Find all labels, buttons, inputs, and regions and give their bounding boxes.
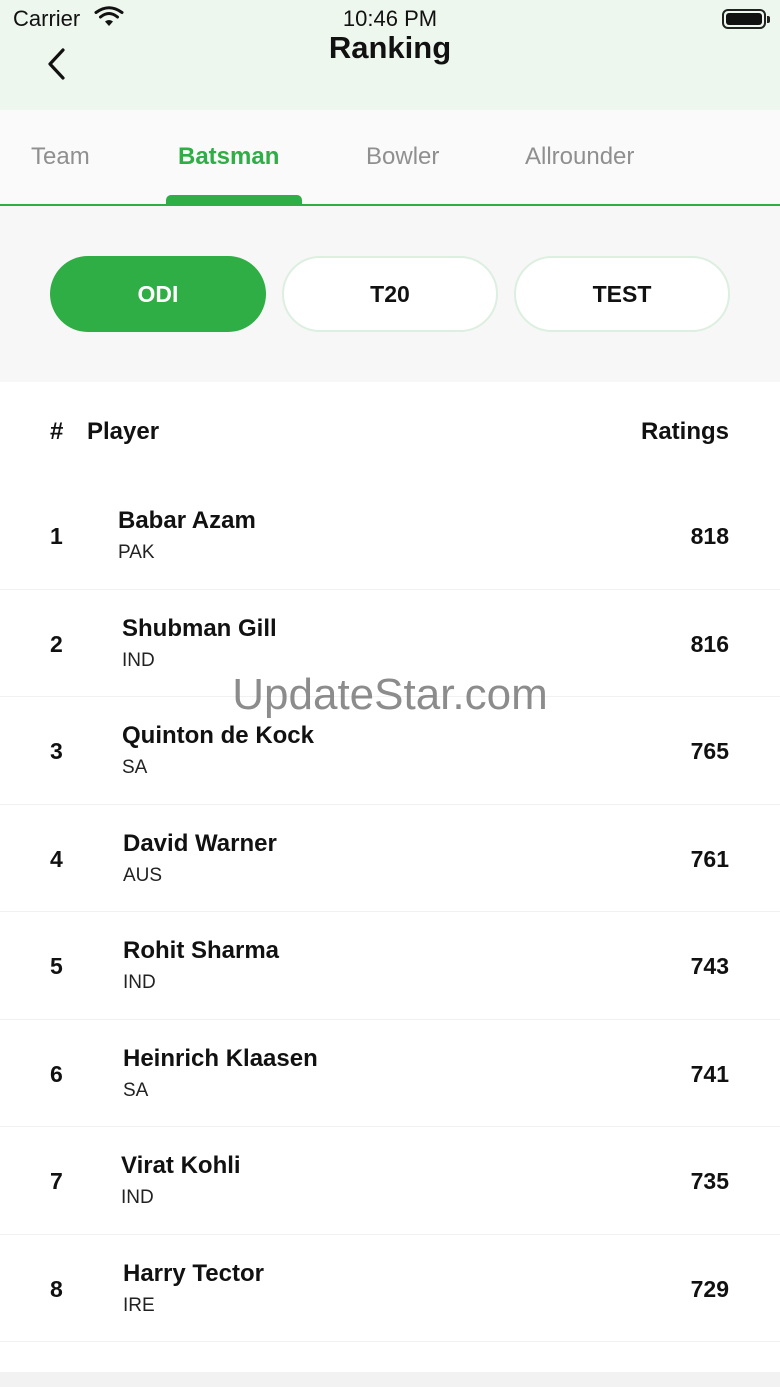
rank-number: 4	[50, 845, 63, 872]
player-rating: 761	[690, 845, 729, 872]
format-t20-button[interactable]: T20	[282, 256, 498, 332]
player-name: Virat Kohli	[121, 1152, 241, 1179]
player-name: David Warner	[123, 829, 277, 857]
player-team: PAK	[118, 542, 155, 563]
player-rating: 741	[690, 1060, 729, 1087]
format-selector: ODI T20 TEST	[0, 206, 780, 382]
player-name: Shubman Gill	[122, 614, 277, 642]
player-name: Quinton de Kock	[122, 722, 314, 749]
tab-team[interactable]: Team	[31, 143, 90, 171]
table-row[interactable]: 7 Virat Kohli IND 735	[0, 1127, 780, 1235]
player-team: IND	[123, 972, 156, 993]
tab-allrounder[interactable]: Allrounder	[525, 143, 634, 171]
ranking-list: 1 Babar Azam PAK 818 2 Shubman Gill IND …	[0, 482, 780, 1342]
table-row[interactable]: 6 Heinrich Klaasen SA 741	[0, 1019, 780, 1127]
page-title: Ranking	[328, 30, 452, 65]
player-rating: 816	[690, 630, 729, 657]
player-team: IND	[121, 1187, 154, 1208]
player-name: Babar Azam	[118, 507, 256, 534]
player-rating: 735	[690, 1168, 729, 1194]
battery-icon	[722, 9, 770, 29]
column-player-header: Player	[87, 418, 160, 445]
rank-number: 8	[50, 1275, 63, 1302]
player-team: AUS	[123, 864, 163, 886]
bottom-edge	[0, 1372, 780, 1387]
player-name: Harry Tector	[123, 1259, 264, 1287]
tab-bowler[interactable]: Bowler	[366, 143, 439, 171]
active-tab-indicator	[166, 195, 302, 204]
table-header: # Player Ratings	[0, 382, 780, 482]
ranking-category-tabs: Team Batsman Bowler Allrounder	[0, 110, 780, 206]
app-header: Carrier 10:46 PM Ranking	[0, 0, 780, 110]
rank-number: 2	[50, 630, 63, 657]
tab-batsman[interactable]: Batsman	[178, 143, 279, 171]
player-rating: 729	[690, 1275, 729, 1302]
table-row[interactable]: 2 Shubman Gill IND 816	[0, 589, 780, 697]
table-row[interactable]: 4 David Warner AUS 761	[0, 804, 780, 912]
format-test-button[interactable]: TEST	[514, 256, 730, 332]
rank-number: 6	[50, 1060, 63, 1087]
player-team: SA	[123, 1079, 149, 1101]
player-rating: 765	[690, 738, 729, 764]
format-odi-button[interactable]: ODI	[50, 256, 266, 332]
player-rating: 743	[690, 953, 729, 979]
table-row[interactable]: 5 Rohit Sharma IND 743	[0, 912, 780, 1020]
table-row[interactable]: 3 Quinton de Kock SA 765	[0, 697, 780, 805]
player-team: IND	[122, 649, 155, 671]
player-team: SA	[122, 757, 148, 778]
rank-number: 7	[50, 1168, 63, 1194]
player-name: Heinrich Klaasen	[123, 1044, 318, 1072]
table-row[interactable]: 8 Harry Tector IRE 729	[0, 1234, 780, 1342]
column-rank-header: #	[50, 418, 64, 445]
player-rating: 818	[690, 523, 729, 549]
rank-number: 1	[50, 523, 63, 549]
player-team: IRE	[123, 1294, 155, 1316]
rank-number: 5	[50, 953, 63, 979]
column-ratings-header: Ratings	[640, 418, 729, 445]
rank-number: 3	[50, 738, 63, 764]
player-name: Rohit Sharma	[123, 937, 280, 964]
table-row[interactable]: 1 Babar Azam PAK 818	[0, 482, 780, 590]
clock: 10:46 PM	[342, 6, 438, 31]
